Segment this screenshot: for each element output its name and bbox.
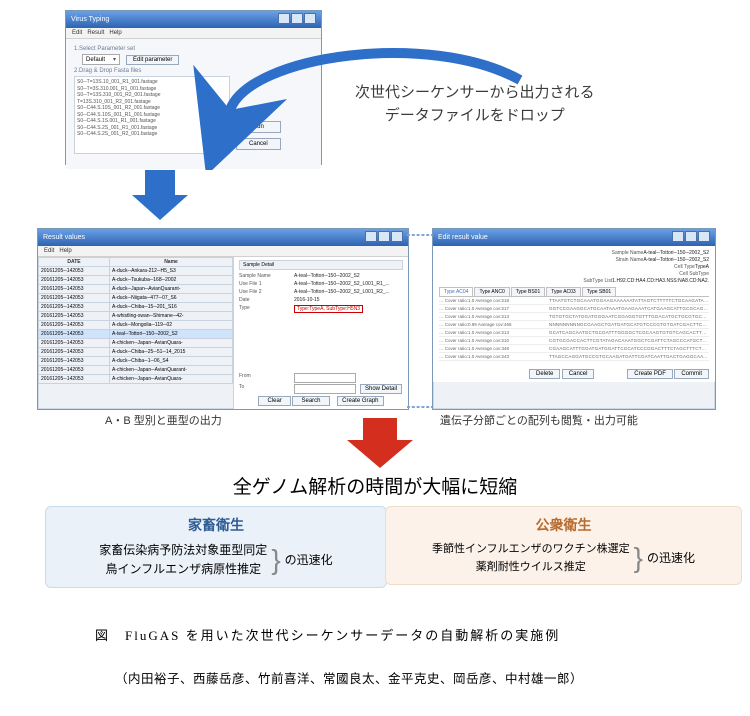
livestock-header: 家畜衛生 bbox=[56, 515, 376, 535]
window-title: Edit result value bbox=[438, 234, 488, 241]
results-table[interactable]: DATE Name 20161205─142053A-duck─Ankara-2… bbox=[38, 257, 233, 384]
table-row[interactable]: 20161205─142053A-duck─Niigata─477─07_S6 bbox=[39, 294, 233, 303]
table-row[interactable]: 20161205─142053A-duck─Mongolia─119─02 bbox=[39, 321, 233, 330]
th-date: DATE bbox=[39, 258, 110, 267]
menu-edit[interactable]: Edit bbox=[44, 248, 54, 254]
segment-tabs[interactable]: Type AC04Type ANC0Type BS01Type AC03Type… bbox=[439, 287, 709, 297]
caption-right: 遺伝子分節ごとの配列も閲覧・出力可能 bbox=[440, 412, 638, 428]
drop-annotation: 次世代シーケンサーから出力されるデータファイルをドロップ bbox=[355, 82, 595, 127]
segment-tab[interactable]: Type BS01 bbox=[511, 287, 545, 296]
menubar[interactable]: Edit Result Help bbox=[66, 28, 321, 39]
table-row[interactable]: 20161205─142053A-teal─Tottori─150─2002_S… bbox=[39, 330, 233, 339]
center-summary: 全ゲノム解析の時間が大幅に短縮 bbox=[0, 472, 750, 499]
sequence-list: … Cover ratio:1.0 Average cov:218TTAATGT… bbox=[439, 297, 709, 367]
cancel-button[interactable]: Cancel bbox=[562, 369, 595, 379]
from-input[interactable] bbox=[294, 373, 356, 383]
menu-result[interactable]: Result bbox=[87, 30, 104, 36]
dashed-line-bottom bbox=[407, 406, 434, 408]
param-dropdown[interactable]: Default ▾ bbox=[82, 54, 120, 65]
segment-tab[interactable]: Type ANC0 bbox=[474, 287, 509, 296]
table-row[interactable]: 20161205─142053A-duck─Japan─AvianQuarant… bbox=[39, 285, 233, 294]
type-subtype-badge: Type:TypeA, SubType:H5N3 bbox=[294, 305, 363, 313]
figure-title: 図 FluGAS を用いた次世代シーケンサーデータの自動解析の実施例 bbox=[95, 625, 560, 644]
commit-button[interactable]: Commit bbox=[674, 369, 709, 379]
sequence-row: … Cover ratio:1.0 Average cov:218TTAATGT… bbox=[439, 297, 709, 305]
titlebar: Edit result value bbox=[433, 229, 715, 246]
menu-help[interactable]: Help bbox=[109, 30, 121, 36]
segment-tab[interactable]: Type AC04 bbox=[439, 287, 473, 296]
down-arrow-1-icon bbox=[130, 170, 190, 225]
window-controls[interactable] bbox=[364, 231, 403, 244]
livestock-box: 家畜衛生 家畜伝染病予防法対象亜型同定 鳥インフルエンザ病原性推定 } の迅速化 bbox=[45, 506, 387, 588]
sequence-row: … Cover ratio:1.0 Average cov:348CGAAGCA… bbox=[439, 345, 709, 353]
table-row[interactable]: 20161205─142053A-duck─Ankara-212─H5_S3 bbox=[39, 267, 233, 276]
table-row[interactable]: 20161205─142053A-duck─Chiba─1─06_S4 bbox=[39, 357, 233, 366]
sequence-row: … Cover ratio:1.0 Average cov:210CGTGCGA… bbox=[439, 337, 709, 345]
table-row[interactable]: 20161205─142053A-whistling-swan─Shimane─… bbox=[39, 312, 233, 321]
public-header: 公衆衛生 bbox=[396, 515, 731, 535]
table-row[interactable]: 20161205─142053A-chicken─Japan─AvianQuar… bbox=[39, 339, 233, 348]
th-sample-detail: Sample Detail bbox=[239, 260, 403, 270]
sequence-row: … Cover ratio:1.0 Average cov:213TGTGTGC… bbox=[439, 313, 709, 321]
param-value: Default bbox=[86, 57, 105, 63]
public-health-box: 公衆衛生 季節性インフルエンザのワクチン株選定 薬剤耐性ウイルス推定 } の迅速… bbox=[385, 506, 742, 585]
delete-button[interactable]: Delete bbox=[529, 369, 560, 379]
menu-edit[interactable]: Edit bbox=[72, 30, 82, 36]
down-arrow-red-icon bbox=[345, 418, 415, 470]
diagram-page: Virus Typing Edit Result Help 1.Select P… bbox=[0, 0, 750, 716]
clear-button[interactable]: Clear bbox=[258, 396, 290, 406]
window-title: Virus Typing bbox=[71, 16, 109, 23]
sequence-row: … Cover ratio:1.0 Average cov:217GGTCCGA… bbox=[439, 305, 709, 313]
window-controls[interactable] bbox=[671, 231, 710, 244]
window-edit-result: Edit result value Sample NameA-teal─Tott… bbox=[432, 228, 716, 410]
search-button[interactable]: Search bbox=[292, 396, 329, 406]
authors-line: （内田裕子、西藤岳彦、竹前喜洋、常國良太、金平克史、岡岳彦、中村雄一郎） bbox=[115, 668, 583, 687]
bracket-icon: } bbox=[271, 549, 280, 571]
table-row[interactable]: 20161205─142053A-duck─Tsukuba─168─2002 bbox=[39, 276, 233, 285]
table-row[interactable]: 20161205─142053A-duck─Chiba─25─51─14_201… bbox=[39, 348, 233, 357]
chevron-down-icon: ▾ bbox=[113, 56, 116, 63]
menubar[interactable]: Edit Help bbox=[38, 246, 408, 257]
table-row[interactable]: 20161205─142053A-chicken─Japan─AvianQuar… bbox=[39, 366, 233, 375]
window-title: Result values bbox=[43, 234, 85, 241]
menu-help[interactable]: Help bbox=[59, 248, 71, 254]
titlebar: Virus Typing bbox=[66, 11, 321, 28]
sequence-row: … Cover ratio:1.0 Average cov:243TTAGCCA… bbox=[439, 353, 709, 361]
table-row[interactable]: 20161205─142053A-chicken─Japan─AvianQuar… bbox=[39, 375, 233, 384]
bracket-icon: } bbox=[634, 547, 643, 569]
show-detail-button[interactable]: Show Detail bbox=[360, 384, 402, 394]
sequence-row: … Cover ratio:1.0 Average cov:213GCATCAG… bbox=[439, 329, 709, 337]
segment-tab[interactable]: Type SB01 bbox=[582, 287, 616, 296]
create-graph-button[interactable]: Create Graph bbox=[337, 396, 383, 406]
window-result-values: Result values Edit Help DATE Name 201612… bbox=[37, 228, 409, 410]
create-pdf-button[interactable]: Create PDF bbox=[627, 369, 673, 379]
segment-tab[interactable]: Type AC03 bbox=[546, 287, 580, 296]
caption-left: A・B 型別と亜型の出力 bbox=[105, 412, 222, 428]
window-controls[interactable] bbox=[277, 13, 316, 26]
to-input[interactable] bbox=[294, 384, 356, 394]
table-row[interactable]: 20161205─142053A-duck─Chiba─15─201_S16 bbox=[39, 303, 233, 312]
th-name: Name bbox=[110, 258, 233, 267]
dashed-line-top bbox=[407, 234, 434, 236]
sequence-row: … Cover ratio:0.99 Average cov:465NNNNNN… bbox=[439, 321, 709, 329]
titlebar: Result values bbox=[38, 229, 408, 246]
